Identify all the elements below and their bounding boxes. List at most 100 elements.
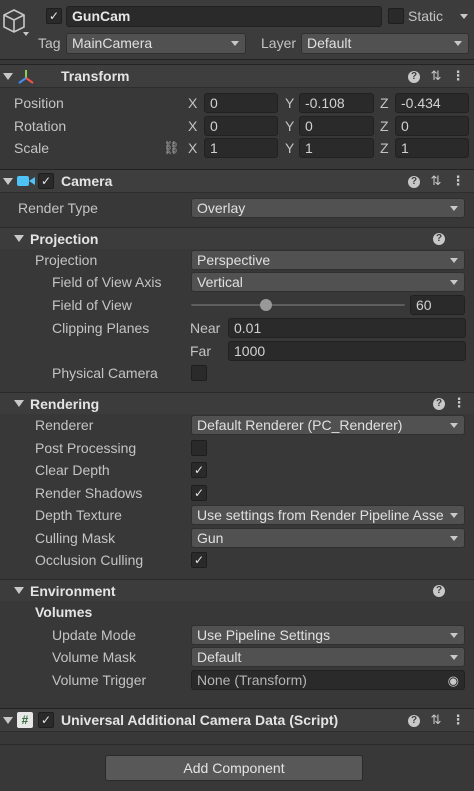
depth-texture-label: Depth Texture xyxy=(35,507,122,523)
fold-arrow-icon[interactable] xyxy=(14,235,24,242)
tag-dropdown[interactable]: MainCamera xyxy=(66,33,246,54)
menu-icon[interactable]: ⋮ xyxy=(452,393,466,413)
volume-mask-value: Default xyxy=(197,649,242,665)
position-z-field[interactable]: -0.434 xyxy=(395,93,469,113)
rotation-y-field[interactable]: 0 xyxy=(299,116,374,136)
environment-section-header[interactable]: Environment ? xyxy=(0,579,474,601)
fov-axis-dropdown[interactable]: Vertical xyxy=(191,272,465,292)
static-checkbox[interactable] xyxy=(388,8,404,24)
dropdown-arrow-icon xyxy=(450,513,458,518)
fold-arrow-icon[interactable] xyxy=(3,73,13,80)
presets-icon[interactable]: ⇅ xyxy=(428,171,444,191)
menu-icon[interactable]: ⋮ xyxy=(450,171,466,191)
additional-camera-data-header[interactable]: # ✓ Universal Additional Camera Data (Sc… xyxy=(0,708,474,732)
culling-mask-dropdown[interactable]: Gun xyxy=(191,528,465,548)
update-mode-label: Update Mode xyxy=(52,627,137,643)
rotation-label: Rotation xyxy=(14,118,67,134)
gameobject-cube-icon xyxy=(3,9,25,33)
volume-trigger-field[interactable]: None (Transform) ◉ xyxy=(191,670,465,690)
rendering-section-header[interactable]: Rendering ? ⋮ xyxy=(0,392,474,414)
constrain-proportions-link-icon[interactable]: ⛓ xyxy=(163,138,180,158)
far-field[interactable]: 1000 xyxy=(228,341,466,361)
fold-arrow-icon[interactable] xyxy=(14,587,24,594)
object-name-field[interactable]: GunCam xyxy=(66,6,382,27)
fold-arrow-icon[interactable] xyxy=(3,178,13,185)
scale-z-field[interactable]: 1 xyxy=(395,138,469,158)
add-component-button[interactable]: Add Component xyxy=(105,755,363,781)
depth-texture-value: Use settings from Render Pipeline Asse xyxy=(197,507,444,523)
transform-header[interactable]: Transform ? ⇅ ⋮ xyxy=(0,64,474,88)
camera-header[interactable]: ✓ Camera ? ⇅ ⋮ xyxy=(0,169,474,193)
axis-y-label[interactable]: Y xyxy=(285,116,294,136)
script-enabled-checkbox[interactable]: ✓ xyxy=(38,712,54,728)
position-x-field[interactable]: 0 xyxy=(204,93,278,113)
post-processing-label: Post Processing xyxy=(35,440,137,456)
physical-camera-checkbox[interactable] xyxy=(191,365,207,381)
static-label: Static xyxy=(408,8,444,24)
projection-dropdown[interactable]: Perspective xyxy=(191,250,465,270)
fold-arrow-icon[interactable] xyxy=(3,717,13,724)
dropdown-arrow-icon xyxy=(231,41,239,46)
clear-depth-checkbox[interactable]: ✓ xyxy=(191,462,207,478)
help-icon[interactable]: ? xyxy=(408,715,420,727)
fold-arrow-icon[interactable] xyxy=(14,400,24,407)
volume-mask-label: Volume Mask xyxy=(52,649,137,665)
camera-icon xyxy=(17,176,35,186)
fov-slider-track xyxy=(191,304,405,306)
post-processing-checkbox[interactable] xyxy=(191,440,207,456)
fov-axis-label: Field of View Axis xyxy=(52,274,162,290)
projection-section-header[interactable]: Projection ? xyxy=(0,227,474,249)
position-y-field[interactable]: -0.108 xyxy=(299,93,374,113)
near-field[interactable]: 0.01 xyxy=(228,318,466,338)
help-icon[interactable]: ? xyxy=(433,585,445,597)
axis-z-label[interactable]: Z xyxy=(380,116,389,136)
presets-icon[interactable]: ⇅ xyxy=(428,710,444,730)
fov-slider-thumb[interactable] xyxy=(260,299,272,311)
rotation-z-field[interactable]: 0 xyxy=(395,116,469,136)
axis-y-label[interactable]: Y xyxy=(285,93,294,113)
help-icon[interactable]: ? xyxy=(433,398,445,410)
help-icon[interactable]: ? xyxy=(408,71,420,83)
culling-mask-label: Culling Mask xyxy=(35,530,116,546)
camera-title: Camera xyxy=(61,173,113,189)
environment-title: Environment xyxy=(30,583,116,599)
fov-field[interactable]: 60 xyxy=(410,295,465,315)
help-icon[interactable]: ? xyxy=(433,233,445,245)
occlusion-culling-checkbox[interactable]: ✓ xyxy=(191,552,207,568)
depth-texture-dropdown[interactable]: Use settings from Render Pipeline Asse xyxy=(191,505,465,525)
occlusion-culling-label: Occlusion Culling xyxy=(35,552,144,568)
tag-value: MainCamera xyxy=(72,35,153,51)
update-mode-dropdown[interactable]: Use Pipeline Settings xyxy=(191,625,465,645)
update-mode-value: Use Pipeline Settings xyxy=(197,627,331,643)
active-checkbox[interactable]: ✓ xyxy=(46,8,62,24)
clear-depth-label: Clear Depth xyxy=(35,462,110,478)
help-icon[interactable]: ? xyxy=(408,176,420,188)
volume-trigger-label: Volume Trigger xyxy=(52,672,147,688)
renderer-dropdown[interactable]: Default Renderer (PC_Renderer) xyxy=(191,415,465,435)
object-picker-target-icon[interactable]: ◉ xyxy=(448,671,459,689)
presets-icon[interactable]: ⇅ xyxy=(428,66,444,86)
render-shadows-checkbox[interactable]: ✓ xyxy=(191,485,207,501)
chevron-down-icon[interactable] xyxy=(23,32,29,36)
renderer-label: Renderer xyxy=(35,417,94,433)
static-dropdown-arrow[interactable] xyxy=(460,14,468,19)
render-type-dropdown[interactable]: Overlay xyxy=(191,198,465,218)
axis-z-label[interactable]: Z xyxy=(380,93,389,113)
axis-y-label[interactable]: Y xyxy=(285,138,294,158)
fov-slider[interactable] xyxy=(191,295,405,315)
menu-icon[interactable]: ⋮ xyxy=(450,710,466,730)
camera-enabled-checkbox[interactable]: ✓ xyxy=(38,173,54,189)
scale-x-field[interactable]: 1 xyxy=(204,138,278,158)
layer-dropdown[interactable]: Default xyxy=(301,33,469,54)
rotation-x-field[interactable]: 0 xyxy=(204,116,278,136)
axis-x-label[interactable]: X xyxy=(188,116,197,136)
menu-icon[interactable]: ⋮ xyxy=(450,66,466,86)
projection-title: Projection xyxy=(30,231,99,247)
fov-axis-value: Vertical xyxy=(197,274,243,290)
dropdown-arrow-icon xyxy=(450,280,458,285)
axis-x-label[interactable]: X xyxy=(188,138,197,158)
scale-y-field[interactable]: 1 xyxy=(299,138,374,158)
axis-x-label[interactable]: X xyxy=(188,93,197,113)
volume-mask-dropdown[interactable]: Default xyxy=(191,647,465,667)
axis-z-label[interactable]: Z xyxy=(380,138,389,158)
